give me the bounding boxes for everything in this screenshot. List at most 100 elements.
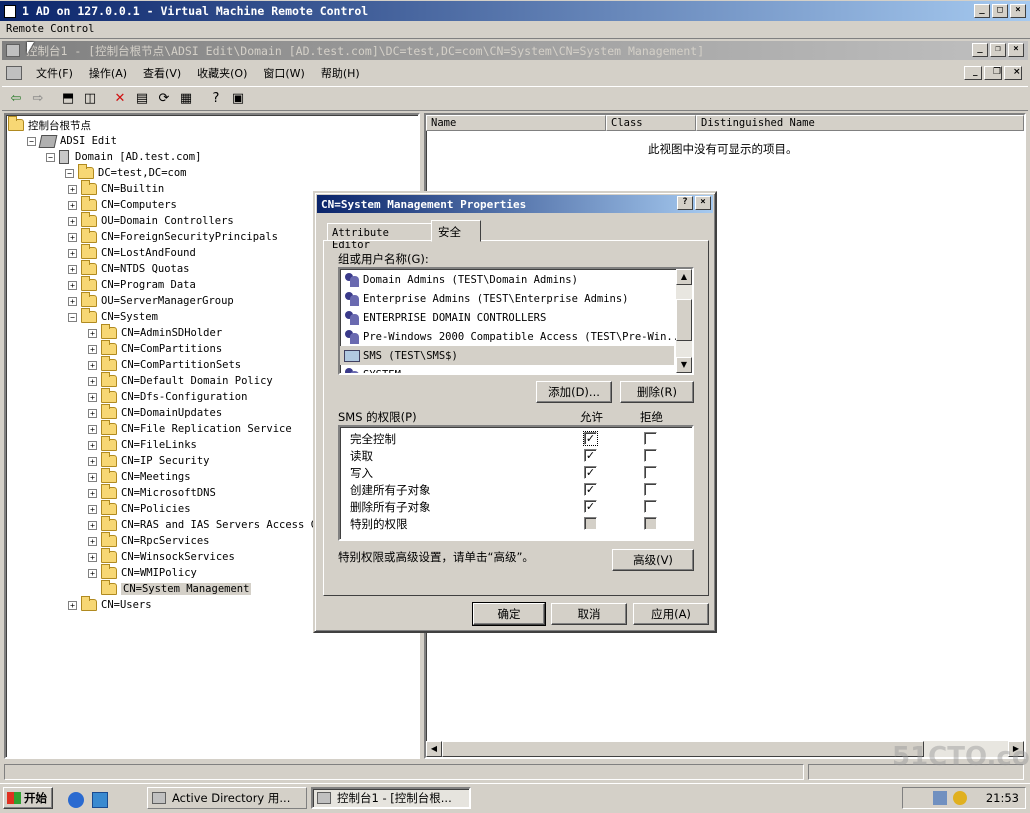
expand-icon[interactable]: + xyxy=(88,472,97,482)
expand-icon[interactable]: + xyxy=(68,216,77,226)
tree-node[interactable]: + CN=Meetings xyxy=(88,468,191,485)
deny-checkbox[interactable] xyxy=(644,483,657,496)
child-close-icon[interactable]: × xyxy=(1004,66,1022,80)
maximize-icon[interactable]: □ xyxy=(992,4,1008,18)
expand-icon[interactable]: + xyxy=(68,232,77,242)
show-tree-icon[interactable]: ◫ xyxy=(80,89,100,109)
tree-node[interactable]: + CN=AdminSDHolder xyxy=(88,324,222,341)
start-button[interactable]: 开始 xyxy=(3,787,53,809)
tree-node[interactable]: + OU=ServerManagerGroup xyxy=(68,292,234,309)
up-folder-icon[interactable]: ⬒ xyxy=(58,89,78,109)
tree-node[interactable]: + CN=NTDS Quotas xyxy=(68,260,190,277)
tree-node[interactable]: + CN=WMIPolicy xyxy=(88,564,197,581)
user-list-item[interactable]: Enterprise Admins (TEST\Enterprise Admin… xyxy=(344,289,629,308)
tree-node-selected[interactable]: CN=System Management xyxy=(88,580,252,597)
explorer-icon[interactable] xyxy=(92,792,108,808)
expand-icon[interactable]: + xyxy=(68,264,77,274)
tree-node[interactable]: + CN=Policies xyxy=(88,500,191,517)
tree-node[interactable]: + CN=MicrosoftDNS xyxy=(88,484,216,501)
deny-checkbox[interactable] xyxy=(644,500,657,513)
allow-checkbox[interactable] xyxy=(584,517,597,530)
column-header-dn[interactable]: Distinguished Name xyxy=(696,115,1024,131)
tree-node[interactable]: + CN=Program Data xyxy=(68,276,196,293)
allow-checkbox[interactable]: ✓ xyxy=(584,466,597,479)
vm-title-bar[interactable]: 1 AD on 127.0.0.1 - Virtual Machine Remo… xyxy=(0,1,1030,21)
column-header-class[interactable]: Class xyxy=(606,115,696,131)
minimize-icon[interactable]: _ xyxy=(974,4,990,18)
expand-icon[interactable]: + xyxy=(88,504,97,514)
tree-node[interactable]: + CN=DomainUpdates xyxy=(88,404,222,421)
properties-dialog[interactable]: CN=System Management Properties ? × Attr… xyxy=(313,191,717,633)
user-list[interactable]: Domain Admins (TEST\Domain Admins) Enterp… xyxy=(338,267,694,375)
tree-node[interactable]: + CN=FileLinks xyxy=(88,436,197,453)
deny-checkbox[interactable] xyxy=(644,517,657,530)
child-restore-icon[interactable]: ❐ xyxy=(984,66,1002,80)
expand-icon[interactable]: + xyxy=(88,376,97,386)
add-button[interactable]: 添加(D)... xyxy=(536,381,612,403)
tree-node[interactable]: + OU=Domain Controllers xyxy=(68,212,234,229)
expand-icon[interactable]: + xyxy=(88,488,97,498)
mmc-close-icon[interactable]: × xyxy=(1008,43,1024,57)
show-action-pane-icon[interactable]: ▣ xyxy=(228,89,248,109)
dialog-help-icon[interactable]: ? xyxy=(677,196,693,210)
expand-icon[interactable]: + xyxy=(88,344,97,354)
mmc-restore-icon[interactable]: ❐ xyxy=(990,43,1006,57)
deny-checkbox[interactable] xyxy=(644,432,657,445)
expand-icon[interactable]: + xyxy=(68,296,77,306)
remove-button[interactable]: 删除(R) xyxy=(620,381,694,403)
mmc-minimize-icon[interactable]: _ xyxy=(972,43,988,57)
deny-checkbox[interactable] xyxy=(644,449,657,462)
collapse-icon[interactable]: − xyxy=(27,136,36,146)
expand-icon[interactable]: + xyxy=(68,280,77,290)
expand-icon[interactable]: + xyxy=(88,440,97,450)
task-active-directory[interactable]: Active Directory 用... xyxy=(147,787,307,809)
cancel-button[interactable]: 取消 xyxy=(551,603,627,625)
deny-checkbox[interactable] xyxy=(644,466,657,479)
expand-icon[interactable]: + xyxy=(88,424,97,434)
apply-button[interactable]: 应用(A) xyxy=(633,603,709,625)
child-minimize-icon[interactable]: _ xyxy=(964,66,982,80)
user-list-item[interactable]: ENTERPRISE DOMAIN CONTROLLERS xyxy=(344,308,546,327)
collapse-icon[interactable]: − xyxy=(68,312,77,322)
tree-node-root[interactable]: 控制台根节点 xyxy=(8,116,91,133)
task-console[interactable]: 控制台1 - [控制台根... xyxy=(311,787,471,809)
tab-attribute-editor[interactable]: Attribute Editor xyxy=(327,223,433,251)
tree-node[interactable]: + CN=Dfs-Configuration xyxy=(88,388,247,405)
dialog-close-icon[interactable]: × xyxy=(695,196,711,210)
tree-node[interactable]: + CN=File Replication Service xyxy=(88,420,292,437)
tree-node[interactable]: + CN=RpcServices xyxy=(88,532,210,549)
scroll-thumb[interactable] xyxy=(442,741,924,757)
user-list-scrollbar[interactable]: ▲ ▼ xyxy=(676,269,692,373)
menu-view[interactable]: 查看(V) xyxy=(135,65,189,81)
expand-icon[interactable]: + xyxy=(88,536,97,546)
expand-icon[interactable]: + xyxy=(68,200,77,210)
collapse-icon[interactable]: − xyxy=(46,152,55,162)
menu-help[interactable]: 帮助(H) xyxy=(313,65,368,81)
menu-file[interactable]: 文件(F) xyxy=(28,65,81,81)
tree-node[interactable]: + CN=ComPartitionSets xyxy=(88,356,241,373)
back-arrow-icon[interactable]: ⇦ xyxy=(6,89,26,109)
dialog-title-bar[interactable]: CN=System Management Properties ? × xyxy=(317,195,713,213)
ie-icon[interactable] xyxy=(68,792,84,808)
allow-checkbox[interactable]: ✓ xyxy=(584,483,597,496)
tree-node[interactable]: + CN=Users xyxy=(68,596,152,613)
expand-icon[interactable]: + xyxy=(68,600,77,610)
scroll-down-icon[interactable]: ▼ xyxy=(676,357,692,373)
collapse-icon[interactable]: − xyxy=(65,168,74,178)
allow-checkbox[interactable]: ✓ xyxy=(584,449,597,462)
user-scroll-thumb[interactable] xyxy=(676,299,692,341)
expand-icon[interactable]: + xyxy=(88,408,97,418)
column-header-name[interactable]: Name xyxy=(426,115,606,131)
menu-window[interactable]: 窗口(W) xyxy=(255,65,312,81)
allow-checkbox[interactable]: ✓ xyxy=(584,500,597,513)
expand-icon[interactable]: + xyxy=(88,328,97,338)
security-alert-icon[interactable] xyxy=(953,791,967,805)
expand-icon[interactable]: + xyxy=(68,248,77,258)
user-list-item[interactable]: Pre-Windows 2000 Compatible Access (TEST… xyxy=(344,327,685,346)
user-list-item[interactable]: SYSTEM xyxy=(344,365,401,373)
remote-control-menu[interactable]: Remote Control xyxy=(6,23,95,35)
tree-node[interactable]: + CN=ForeignSecurityPrincipals xyxy=(68,228,278,245)
forward-arrow-icon[interactable]: ⇨ xyxy=(28,89,48,109)
export-list-icon[interactable]: ▦ xyxy=(176,89,196,109)
expand-icon[interactable]: + xyxy=(68,184,77,194)
